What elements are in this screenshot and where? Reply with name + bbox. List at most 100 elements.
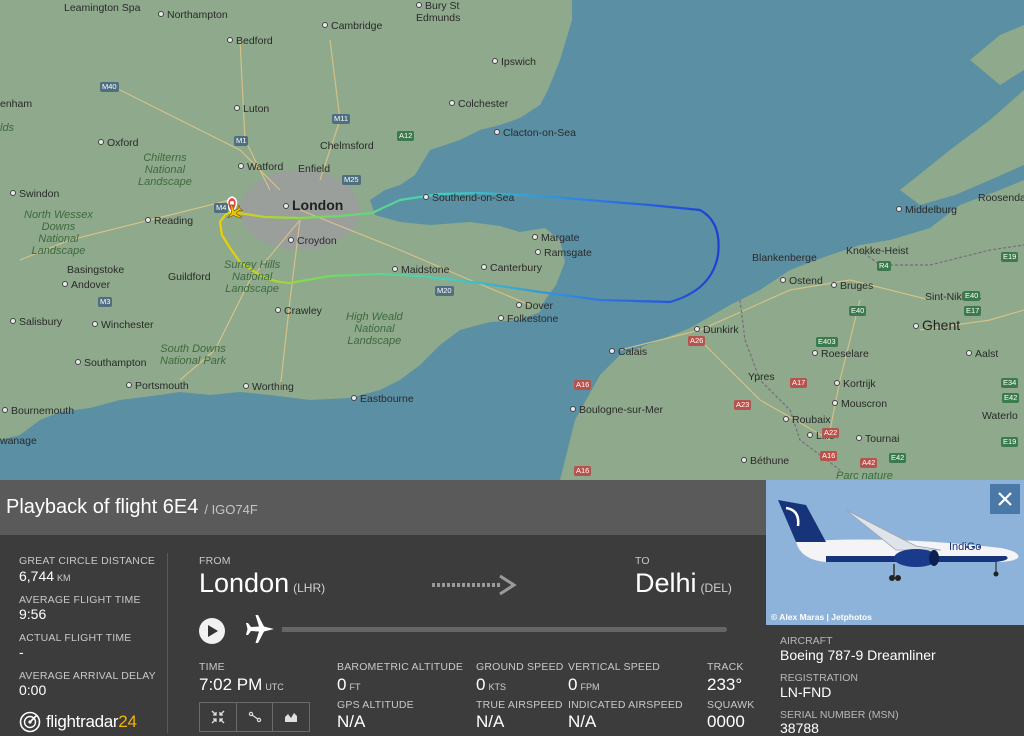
place-knokke: Knokke-Heist: [846, 245, 909, 257]
route-view-button[interactable]: [237, 703, 274, 731]
actual-flight-time-label: ACTUAL FLIGHT TIME: [19, 632, 132, 644]
ground-speed-value: 0 KTS: [476, 675, 506, 695]
true-airspeed-label: TRUE AIRSPEED: [476, 699, 563, 711]
place-roubaix: Roubaix: [783, 414, 831, 426]
to-city-name: Delhi: [635, 568, 697, 598]
from-city-name: London: [199, 568, 290, 598]
place-chelmsford: Chelmsford: [320, 140, 374, 152]
road-shield: E40: [849, 306, 867, 316]
place-swindon: Swindon: [10, 188, 59, 200]
place-waterloo: Waterlo: [982, 410, 1018, 422]
squawk-value: 0000: [707, 712, 745, 731]
place-southend: Southend-on-Sea: [423, 192, 514, 204]
livery-text: IndiGo: [949, 541, 981, 553]
play-icon: [208, 625, 218, 637]
playback-scrubber[interactable]: [238, 607, 282, 651]
gps-altitude-value: N/A: [337, 712, 366, 731]
place-middelburg: Middelburg: [896, 204, 957, 216]
aircraft-type-value[interactable]: Boeing 787-9 Dreamliner: [780, 647, 936, 663]
road-shield: E42: [1002, 393, 1020, 403]
road-shield: A42: [860, 458, 878, 468]
region-parcnaturel: Parc nature: [836, 470, 893, 480]
place-wanage: wanage: [0, 435, 37, 447]
route-icon: [248, 711, 261, 723]
play-button[interactable]: [199, 618, 225, 644]
baro-altitude-unit: FT: [349, 682, 361, 692]
place-watford: Watford: [238, 161, 283, 173]
place-reading: Reading: [145, 215, 193, 227]
playback-timeline[interactable]: [265, 627, 727, 632]
close-icon: [998, 492, 1012, 506]
place-aalst: Aalst: [966, 348, 998, 360]
aircraft-photo-image: IndiGo: [766, 480, 1024, 625]
flight-info-panel: Playback of flight 6E4 / IGO74F GREAT CI…: [0, 480, 766, 736]
altitude-graph-button[interactable]: [273, 703, 309, 731]
place-southampton: Southampton: [75, 357, 146, 369]
place-calais: Calais: [609, 346, 647, 358]
from-airport-code: (LHR): [293, 581, 326, 595]
place-clacton: Clacton-on-Sea: [494, 127, 576, 139]
logo-text: flightradar24: [46, 712, 137, 732]
map[interactable]: Leamington Spa Northampton Bury St Edmun…: [0, 0, 1024, 480]
close-button[interactable]: [990, 484, 1020, 514]
place-salisbury: Salisbury: [10, 316, 62, 328]
road-shield: A26: [688, 336, 706, 346]
place-bournemouth: Bournemouth: [2, 405, 74, 417]
to-label: TO: [635, 555, 650, 567]
actual-flight-time-value: -: [19, 644, 24, 660]
photo-credit[interactable]: © Alex Maras | Jetphotos: [771, 612, 872, 622]
place-cambridge: Cambridge: [322, 20, 382, 32]
place-maidstone: Maidstone: [392, 264, 449, 276]
baro-altitude-label: BAROMETRIC ALTITUDE: [337, 661, 464, 673]
aircraft-details: AIRCRAFT Boeing 787-9 Dreamliner REGISTR…: [766, 625, 1024, 736]
place-henham: enham: [0, 98, 33, 110]
road-shield: M1: [234, 136, 249, 146]
flightradar24-logo[interactable]: flightradar24: [19, 711, 137, 733]
time-label: TIME: [199, 661, 225, 673]
road-shield: E17: [964, 306, 982, 316]
flight-callsign: / IGO74F: [204, 502, 258, 517]
avg-arrival-delay-label: AVERAGE ARRIVAL DELAY: [19, 670, 156, 682]
place-bruges: Bruges: [831, 280, 873, 292]
route-arrow-icon: [432, 574, 517, 596]
time-unit: UTC: [265, 682, 284, 692]
place-ghent: Ghent: [913, 318, 960, 332]
place-oxford: Oxford: [98, 137, 139, 149]
great-circle-unit: KM: [57, 573, 71, 583]
place-colchester: Colchester: [449, 98, 508, 110]
road-shield: E19: [1001, 252, 1019, 262]
from-label: FROM: [199, 555, 231, 567]
panel-header: Playback of flight 6E4 / IGO74F: [0, 480, 766, 535]
place-basingstoke: Basingstoke: [67, 264, 125, 276]
baro-altitude-value: 0 FT: [337, 675, 360, 695]
place-bury: Bury St Edmunds: [416, 0, 461, 24]
place-eastbourne: Eastbourne: [351, 393, 414, 405]
view-toggle-group: [199, 702, 310, 732]
from-city[interactable]: London (LHR): [199, 568, 325, 599]
place-enfield: Enfield: [298, 163, 331, 175]
road-shield: A16: [574, 380, 592, 390]
zoom-to-fit-button[interactable]: [200, 703, 237, 731]
road-shield: M4: [214, 203, 229, 213]
road-shield: M11: [332, 114, 351, 124]
to-city[interactable]: Delhi (DEL): [635, 568, 732, 599]
logo-text-accent: 24: [118, 712, 137, 731]
road-shield: A23: [734, 400, 752, 410]
track-label: TRACK: [707, 661, 744, 673]
vertical-speed-label: VERTICAL SPEED: [568, 661, 661, 673]
logo-text-main: flightradar: [46, 712, 119, 731]
road-shield: A16: [574, 466, 592, 476]
registration-value[interactable]: LN-FND: [780, 684, 831, 700]
ground-speed-number: 0: [476, 675, 486, 694]
vertical-speed-unit: FPM: [580, 682, 600, 692]
aircraft-label: AIRCRAFT: [780, 635, 833, 647]
panel-body: GREAT CIRCLE DISTANCE 6,744 KM AVERAGE FL…: [0, 535, 766, 736]
place-mouscron: Mouscron: [832, 398, 887, 410]
gps-altitude-label: GPS ALTITUDE: [337, 699, 414, 711]
track-value: 233°: [707, 675, 743, 694]
road-shield: M40: [100, 82, 119, 92]
place-bedford: Bedford: [227, 35, 273, 47]
aircraft-photo[interactable]: IndiGo © Alex Maras | Jetphotos: [766, 480, 1024, 625]
vertical-speed-value: 0 FPM: [568, 675, 599, 695]
road-shield: A22: [822, 428, 840, 438]
